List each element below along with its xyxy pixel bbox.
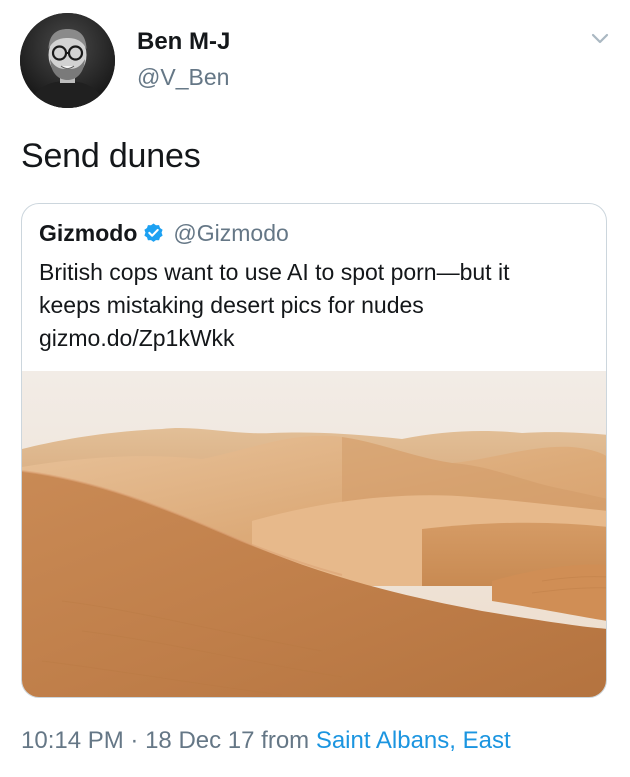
author-handle[interactable]: @V_Ben [137, 64, 229, 91]
tweet-time[interactable]: 10:14 PM [21, 727, 124, 754]
tweet: Ben M-J @V_Ben Send dunes Gizmodo @Gizmo… [0, 0, 630, 777]
avatar-photo [20, 13, 115, 108]
quoted-tweet-line: keeps mistaking desert pics for nudes [39, 292, 424, 318]
quoted-tweet-line: British cops want to use AI to spot porn… [39, 259, 510, 285]
quoted-tweet-card[interactable]: Gizmodo @Gizmodo British cops want to us… [21, 203, 607, 698]
tweet-location-link[interactable]: Saint Albans, East [316, 727, 511, 754]
quoted-tweet-link[interactable]: gizmo.do/Zp1kWkk [39, 322, 599, 355]
quoted-tweet-header: Gizmodo @Gizmodo [39, 220, 289, 247]
author-name[interactable]: Ben M-J [137, 28, 230, 56]
verified-badge-icon [142, 222, 165, 245]
tweet-date[interactable]: 18 Dec 17 [145, 727, 254, 754]
chevron-down-icon[interactable] [586, 26, 614, 50]
tweet-text: Send dunes [21, 137, 201, 175]
avatar[interactable] [20, 13, 115, 108]
quoted-author-name: Gizmodo [39, 220, 138, 246]
quoted-author-handle: @Gizmodo [173, 220, 289, 246]
desert-dunes-image[interactable] [22, 371, 607, 698]
meta-separator: · [130, 727, 139, 754]
quoted-tweet-text: British cops want to use AI to spot porn… [39, 256, 599, 355]
from-label: from [261, 727, 310, 754]
tweet-meta: 10:14 PM · 18 Dec 17 from Saint Albans, … [21, 727, 511, 755]
